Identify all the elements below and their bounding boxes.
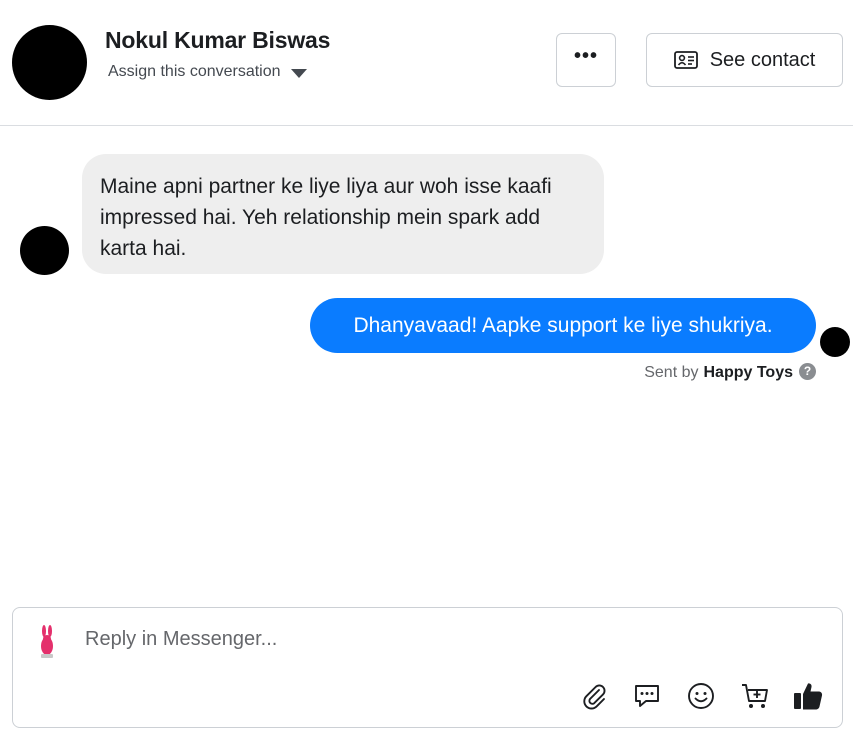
emoji-icon [688,683,714,709]
page-logo-icon [41,625,53,658]
contact-name[interactable]: Nokul Kumar Biswas [105,27,330,54]
sent-by-info: Sent by Happy Toys ? [644,362,816,382]
saved-reply-icon [635,685,659,707]
more-icon: ••• [573,45,598,67]
outgoing-message-text: Dhanyavaad! Aapke support ke liye shukri… [353,313,773,337]
reply-composer [12,607,843,728]
contact-avatar[interactable] [12,25,87,100]
emoji-button[interactable] [685,680,717,712]
thumbs-up-icon [794,683,823,710]
help-icon[interactable]: ? [799,362,816,380]
contact-avatar-small [20,226,69,275]
saved-replies-button[interactable] [631,680,663,712]
add-to-cart-button[interactable] [739,680,771,712]
more-options-button[interactable]: ••• [556,33,616,87]
sent-by-page-name: Happy Toys [703,364,794,381]
assign-conversation-dropdown[interactable]: Assign this conversation [108,63,307,81]
contact-card-icon [673,51,698,69]
reply-input[interactable] [85,628,685,651]
outgoing-message: Dhanyavaad! Aapke support ke liye shukri… [310,298,816,353]
like-button[interactable] [792,680,824,712]
assign-label: Assign this conversation [108,63,281,80]
caret-down-icon [290,68,307,78]
sent-by-prefix: Sent by [644,364,699,381]
cart-icon [742,684,768,708]
incoming-message: Maine apni partner ke liye liya aur woh … [82,154,604,274]
conversation-header: Nokul Kumar Biswas Assign this conversat… [0,0,853,126]
see-contact-label: See contact [709,48,816,71]
attach-button[interactable] [578,680,610,712]
page-avatar-small [820,327,850,357]
see-contact-button[interactable]: See contact [646,33,843,87]
paperclip-icon [583,684,606,710]
